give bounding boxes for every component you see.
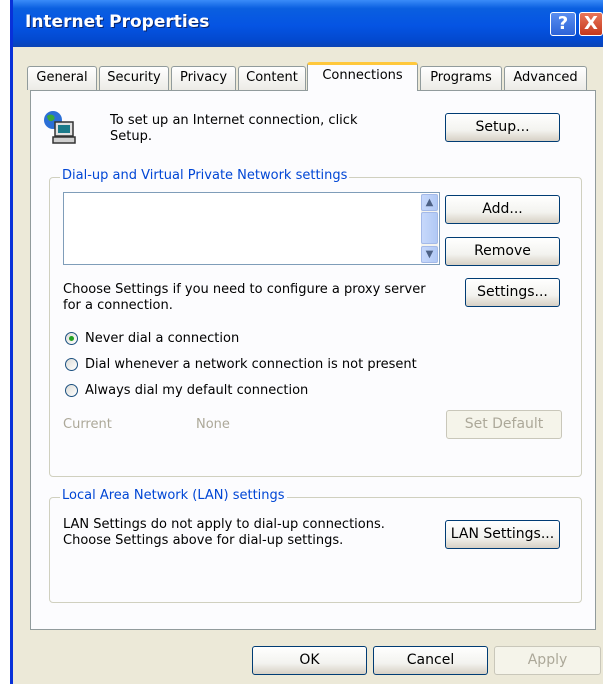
- never-dial-label[interactable]: Never dial a connection: [85, 331, 239, 347]
- lan-settings-button[interactable]: LAN Settings...: [445, 520, 560, 549]
- setup-button[interactable]: Setup...: [445, 113, 560, 142]
- close-button[interactable]: X: [579, 12, 603, 36]
- tab-programs[interactable]: Programs: [420, 66, 502, 90]
- dialup-legend: Dial-up and Virtual Private Network sett…: [60, 168, 350, 183]
- list-scrollbar[interactable]: ▲ ▼: [421, 194, 438, 263]
- internet-properties-window: Internet Properties ? X General Security…: [10, 0, 603, 684]
- cancel-button[interactable]: Cancel: [373, 646, 488, 675]
- tab-connections[interactable]: Connections: [307, 62, 418, 91]
- add-button[interactable]: Add...: [445, 195, 560, 224]
- tab-content[interactable]: Content: [238, 66, 306, 90]
- lan-group: [49, 497, 582, 603]
- always-dial-radio[interactable]: [65, 384, 78, 397]
- settings-button[interactable]: Settings...: [465, 278, 560, 307]
- tab-privacy[interactable]: Privacy: [171, 66, 236, 90]
- current-label: Current: [63, 417, 112, 432]
- lan-legend: Local Area Network (LAN) settings: [60, 488, 287, 503]
- scroll-thumb[interactable]: [421, 212, 438, 244]
- tab-security[interactable]: Security: [99, 66, 169, 90]
- tab-advanced[interactable]: Advanced: [504, 66, 587, 90]
- dial-whenever-radio[interactable]: [65, 358, 78, 371]
- never-dial-radio[interactable]: [65, 332, 78, 345]
- ok-button[interactable]: OK: [252, 646, 367, 675]
- apply-button[interactable]: Apply: [494, 646, 601, 675]
- proxy-description: Choose Settings if you need to configure…: [63, 282, 426, 313]
- help-button[interactable]: ?: [550, 12, 576, 36]
- scroll-up-icon[interactable]: ▲: [421, 194, 438, 211]
- window-title: Internet Properties: [25, 12, 210, 32]
- title-bar[interactable]: Internet Properties ? X: [13, 0, 603, 47]
- set-default-button[interactable]: Set Default: [446, 410, 562, 439]
- lan-description: LAN Settings do not apply to dial-up con…: [63, 517, 385, 548]
- current-value: None: [196, 417, 230, 432]
- scroll-down-icon[interactable]: ▼: [421, 246, 438, 263]
- globe-computer-icon: [44, 111, 76, 144]
- setup-description: To set up an Internet connection, click …: [110, 113, 358, 144]
- connections-list[interactable]: ▲ ▼: [63, 192, 440, 265]
- dial-whenever-label[interactable]: Dial whenever a network connection is no…: [85, 357, 417, 373]
- radio-selected-dot: [69, 336, 74, 341]
- tab-general[interactable]: General: [27, 66, 97, 90]
- always-dial-label[interactable]: Always dial my default connection: [85, 383, 308, 399]
- remove-button[interactable]: Remove: [445, 237, 560, 266]
